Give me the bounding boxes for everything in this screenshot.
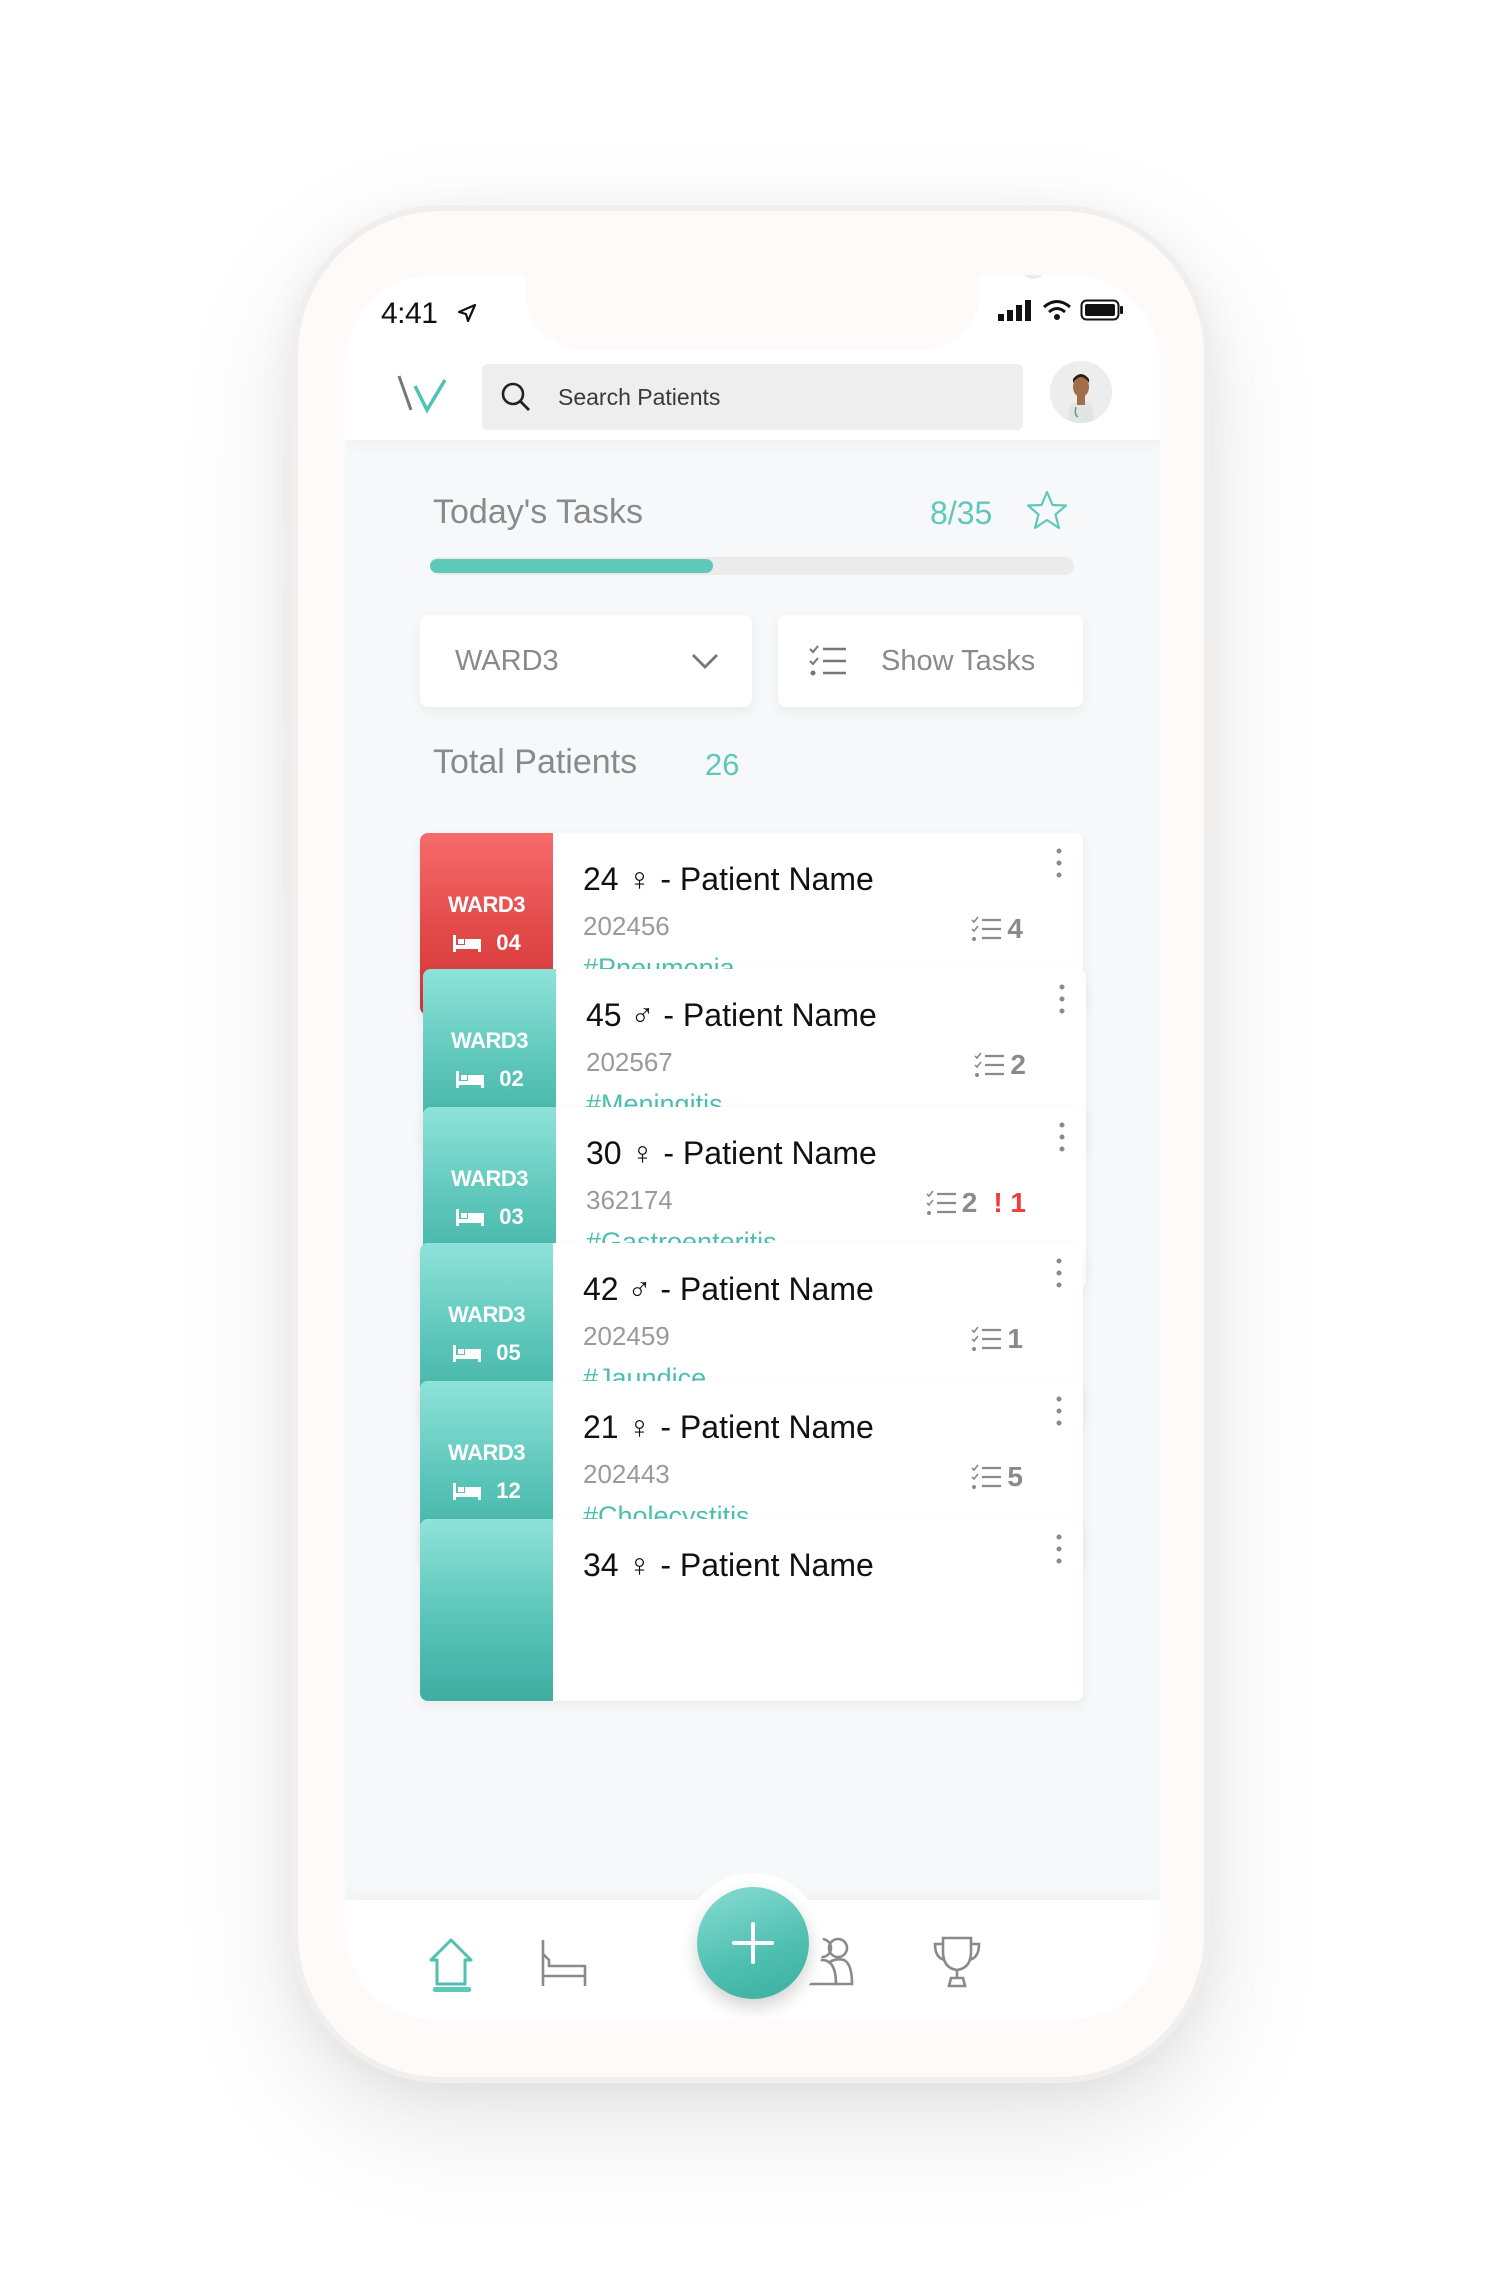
- patient-task-count: 1: [971, 1323, 1023, 1355]
- bed-icon: [453, 1483, 482, 1500]
- patient-title: 42 ♂ - Patient Name: [583, 1271, 874, 1307]
- bed-number: 03: [499, 1204, 524, 1229]
- search-placeholder: Search Patients: [558, 383, 721, 410]
- patient-title: 45 ♂ - Patient Name: [586, 997, 877, 1033]
- checklist-icon: [971, 1326, 1002, 1351]
- show-tasks-label: Show Tasks: [881, 644, 1036, 677]
- bed-label: 04: [452, 930, 521, 956]
- patient-task-count: 2 ! 1: [926, 1187, 1026, 1219]
- star-icon[interactable]: [1025, 489, 1069, 531]
- notch: [525, 275, 1046, 350]
- bed-label: 05: [452, 1340, 521, 1366]
- patient-title: 24 ♀ - Patient Name: [583, 861, 874, 897]
- app-screen: 4:41 Search Patients Today's Tasks 8/35 …: [345, 275, 1160, 2020]
- patient-id: 202459: [583, 1321, 670, 1351]
- ward-select-value: WARD3: [455, 644, 559, 677]
- app-logo-icon[interactable]: [395, 370, 451, 418]
- ward-label: WARD3: [451, 1166, 528, 1191]
- bed-label: 03: [455, 1204, 524, 1230]
- bed-number: 04: [496, 930, 521, 955]
- bed-icon[interactable]: [535, 1932, 595, 1992]
- bed-number: 02: [499, 1066, 524, 1091]
- show-tasks-button[interactable]: Show Tasks: [778, 615, 1083, 707]
- doctor-avatar-icon: [1050, 361, 1112, 423]
- task-count: 1: [1007, 1323, 1023, 1354]
- tasks-progress-fill: [430, 559, 714, 573]
- search-icon: [501, 382, 530, 411]
- app-header: Search Patients: [345, 350, 1160, 440]
- bed-label: 12: [452, 1478, 521, 1504]
- volume-down-button: [282, 760, 290, 895]
- tasks-progress-bar: [430, 557, 1074, 575]
- more-options-icon[interactable]: [1055, 1257, 1063, 1289]
- bed-label: 02: [455, 1066, 524, 1092]
- total-patients-title: Total Patients: [433, 743, 638, 781]
- patient-id: 202456: [583, 911, 670, 941]
- bed-icon: [453, 935, 482, 952]
- checklist-icon: [971, 916, 1002, 941]
- front-camera: [1020, 275, 1046, 279]
- home-icon[interactable]: [421, 1932, 481, 1992]
- bed-icon: [456, 1071, 485, 1088]
- checklist-icon: [971, 1464, 1002, 1489]
- search-input[interactable]: Search Patients: [482, 364, 1023, 430]
- patient-task-count: 2: [974, 1049, 1026, 1081]
- power-button: [1212, 630, 1220, 840]
- alert-count: ! 1: [993, 1187, 1026, 1218]
- plus-icon: [732, 1922, 774, 1964]
- patient-id: 202567: [586, 1047, 673, 1077]
- patient-task-count: 5: [971, 1461, 1023, 1493]
- more-options-icon[interactable]: [1055, 1533, 1063, 1565]
- more-options-icon[interactable]: [1055, 1395, 1063, 1427]
- checklist-icon: [926, 1190, 956, 1215]
- checklist-icon: [809, 645, 846, 676]
- task-count: 5: [1007, 1461, 1023, 1492]
- task-count: 2: [1010, 1049, 1026, 1080]
- doctor-avatar[interactable]: [1050, 361, 1112, 423]
- patient-title: 30 ♀ - Patient Name: [586, 1135, 877, 1171]
- alert-count-value: 1: [1010, 1187, 1026, 1218]
- patient-task-count: 4: [971, 913, 1023, 945]
- ward-label: WARD3: [448, 892, 525, 917]
- ward-label: WARD3: [448, 1440, 525, 1465]
- ward-bed-badge: [420, 1519, 553, 1701]
- checklist-icon: [974, 1052, 1005, 1077]
- bed-icon: [453, 1345, 482, 1362]
- status-time: 4:41: [381, 297, 438, 330]
- more-options-icon[interactable]: [1055, 847, 1063, 879]
- signal-icon: [998, 300, 1031, 321]
- tasks-title: Today's Tasks: [433, 493, 643, 531]
- ward-label: WARD3: [448, 1302, 525, 1327]
- patient-card[interactable]: 34 ♀ - Patient Name: [420, 1519, 1083, 1701]
- tasks-count: 8/35: [930, 495, 993, 531]
- add-patient-button[interactable]: [697, 1887, 809, 1999]
- bed-number: 12: [496, 1478, 521, 1503]
- patient-title: 21 ♀ - Patient Name: [583, 1409, 874, 1445]
- volume-up-button: [282, 590, 290, 725]
- chevron-down-icon: [692, 654, 718, 669]
- mute-switch: [282, 455, 290, 525]
- bed-icon: [456, 1209, 485, 1226]
- total-patients-count: 26: [705, 747, 740, 782]
- wifi-icon: [1043, 300, 1071, 320]
- ward-label: WARD3: [451, 1028, 528, 1053]
- trophy-icon[interactable]: [927, 1932, 987, 1992]
- patient-id: 202443: [583, 1459, 670, 1489]
- location-arrow-icon: [457, 303, 477, 323]
- patient-id: 362174: [586, 1185, 673, 1215]
- home-active-indicator: [433, 1987, 471, 1992]
- task-count: 2: [961, 1187, 978, 1218]
- bed-number: 05: [496, 1340, 521, 1365]
- system-icons: [998, 299, 1124, 321]
- battery-icon: [1080, 299, 1123, 321]
- more-options-icon[interactable]: [1058, 1121, 1066, 1153]
- patient-title: 34 ♀ - Patient Name: [583, 1547, 874, 1583]
- more-options-icon[interactable]: [1058, 983, 1066, 1015]
- ward-select[interactable]: WARD3: [420, 615, 752, 707]
- task-count: 4: [1007, 913, 1023, 944]
- status-bar: 4:41: [345, 275, 1160, 350]
